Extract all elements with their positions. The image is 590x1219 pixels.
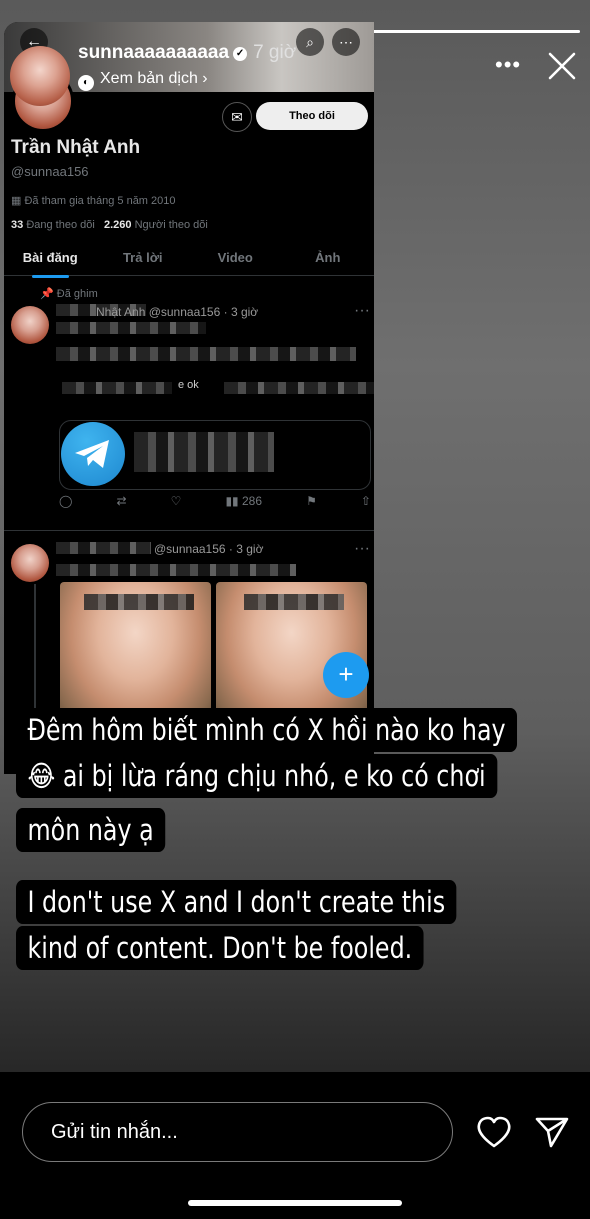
post-avatar [11,306,49,344]
verified-icon: ✓ [233,47,248,61]
compose-plus-icon: + [323,652,369,698]
follow-button: Theo dõi [256,102,368,130]
story-username[interactable]: sunnaaaaaaaaaa ✓ 7 giờ [78,42,296,64]
chevron-right-icon: › [202,70,208,87]
profile-handle: @sunnaa156 [11,164,89,179]
repost-icon: ⇄ [116,494,127,508]
blurred-text [56,322,206,334]
message-input[interactable]: Gửi tin nhắn... [22,1102,453,1162]
share-icon: ⇧ [360,494,371,508]
caption-line-1: Đêm hôm biết mình có X hồi nào ko hay [16,708,518,752]
joined-date: ▦ Đã tham gia tháng 5 năm 2010 [11,195,176,207]
post-actions: ◯ ⇄ ♡ ▮▮ 286 ⚑ ⇧ [59,494,371,508]
tab-video: Video [217,250,253,265]
blurred-text [56,347,356,361]
caption-line-2: 😂 ai bị lừa ráng chịu nhó, e ko có chơi [16,754,498,798]
tab-replies: Trả lời [122,250,163,265]
blurred-text [224,382,374,394]
post-header-text: Nhật Anh @sunnaa156 · 3 giờ [96,305,259,319]
send-icon[interactable] [534,1115,570,1149]
pinned-text: Đã ghim [56,288,98,300]
bookmark-icon: ⚑ [306,494,317,508]
blurred-text [56,542,151,554]
post-more-icon: ··· [354,540,370,557]
blurred-text [56,564,296,576]
following-label: Đang theo dõi [26,219,95,231]
followers-count: 2.260 [103,219,132,231]
following-count: 33 [11,219,24,231]
reply-icon: ◯ [59,494,73,508]
post-visible-text: e ok [178,379,199,391]
tweet-screenshot: ← ⌕ ⋯ ✉ Theo dõi Trần Nhật Anh @sunnaa15… [4,22,374,774]
blurred-text [244,594,344,610]
pinned-label: 📌 Đã ghim [40,288,98,300]
blurred-text [62,382,172,394]
translate-icon: ◐ [78,75,94,91]
profile-tabs: Bài đăng Trả lời Video Ảnh [4,244,374,278]
telegram-logo [61,422,125,486]
story-avatar[interactable] [10,46,70,106]
like-icon: ♡ [170,494,182,508]
blurred-text [84,594,194,610]
divider [4,530,374,531]
translate-label[interactable]: Xem bản dịch [100,70,198,87]
post-header-text: @sunnaa156 · 3 giờ [154,542,264,556]
follow-stats: 33 Đang theo dõi 2.260 Người theo dõi [11,219,208,231]
post-header: Nhật Anh @sunnaa156 · 3 giờ [96,305,258,319]
caption-line-5: kind of content. Don't be fooled. [16,926,424,970]
search-icon: ⌕ [296,28,324,56]
post-avatar [11,544,49,582]
profile-name: Trần Nhật Anh [11,137,141,158]
post-header: @sunnaa156 · 3 giờ [154,542,263,556]
views-icon: ▮▮ 286 [225,494,263,508]
home-indicator [188,1200,402,1206]
more-options-icon[interactable]: ••• [495,52,521,78]
tab-posts: Bài đăng [4,244,97,278]
blurred-text [134,432,274,472]
views-count: 286 [242,494,263,508]
close-icon[interactable] [546,50,578,82]
joined-text: Đã tham gia tháng 5 năm 2010 [24,195,176,207]
tab-photos: Ảnh [315,250,341,265]
mail-icon: ✉ [222,102,252,132]
followers-label: Người theo dõi [134,219,208,231]
translate-button[interactable]: ◐ Xem bản dịch › [78,70,208,91]
caption-line-4: I don't use X and I don't create this [16,880,457,924]
heart-icon[interactable] [476,1115,512,1149]
more-icon: ⋯ [332,28,360,56]
caption-line-3: môn này ạ [16,808,166,852]
post-more-icon: ··· [354,302,370,319]
username-text[interactable]: sunnaaaaaaaaaa [78,42,229,63]
story-time: 7 giờ [253,42,297,63]
